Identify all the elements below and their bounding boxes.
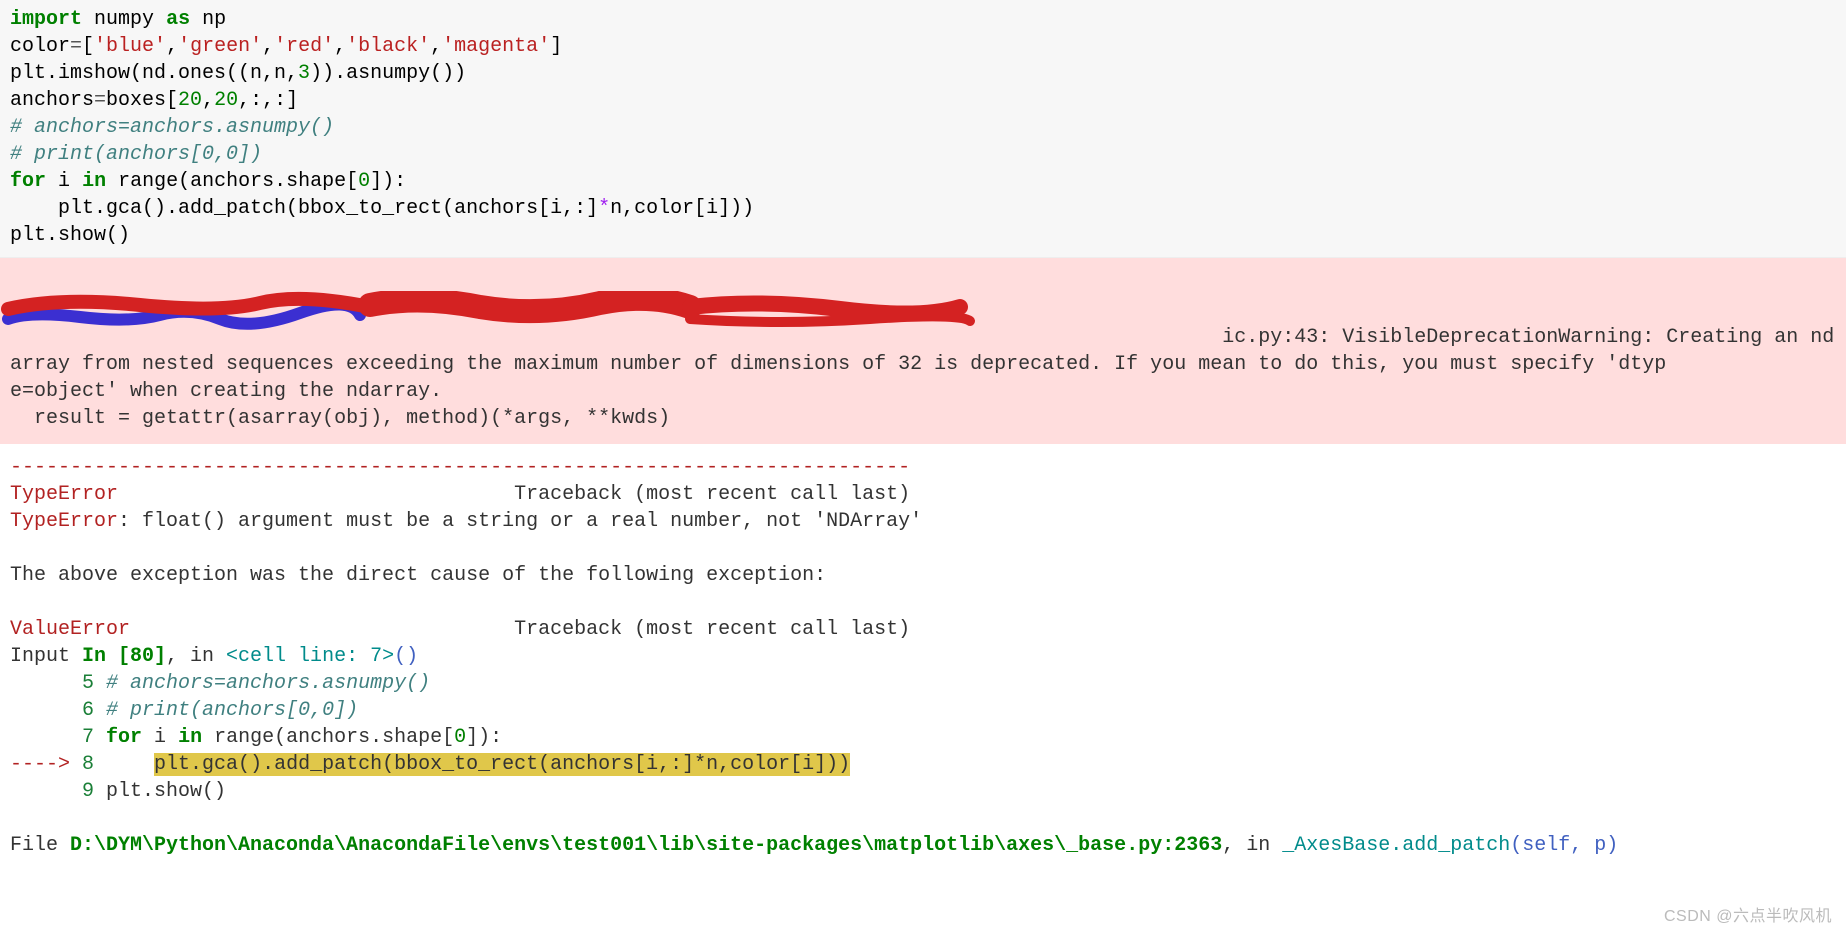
code-line-4: anchors=boxes[20,20,:,:] bbox=[10, 89, 298, 112]
code-line-9: plt.show() bbox=[10, 224, 130, 247]
tb-src-7: 7 for i in range(anchors.shape[0]): bbox=[10, 726, 502, 749]
tb-src-6: 6 # print(anchors[0,0]) bbox=[10, 699, 358, 722]
tb-file-line: File D:\DYM\Python\Anaconda\AnacondaFile… bbox=[10, 834, 1618, 857]
stderr-line-1-suffix: ic.py:43: VisibleDeprecationWarning: Cre… bbox=[1222, 326, 1834, 349]
tb-typeerror-header: TypeError Traceback (most recent call la… bbox=[10, 483, 910, 506]
kw-as: as bbox=[166, 8, 190, 31]
code-line-8: plt.gca().add_patch(bbox_to_rect(anchors… bbox=[10, 197, 754, 220]
code-line-3: plt.imshow(nd.ones((n,n,3)).asnumpy()) bbox=[10, 62, 466, 85]
stderr-line-3: e=object' when creating the ndarray. bbox=[10, 380, 442, 403]
code-cell: import numpy as np color=['blue','green'… bbox=[0, 0, 1846, 258]
tb-input-line: Input In [80], in <cell line: 7>() bbox=[10, 645, 418, 668]
tb-src-9: 9 plt.show() bbox=[10, 780, 226, 803]
code-line-2: color=['blue','green','red','black','mag… bbox=[10, 35, 562, 58]
traceback-cell: ----------------------------------------… bbox=[0, 444, 1846, 859]
stderr-line-4: result = getattr(asarray(obj), method)(*… bbox=[10, 407, 670, 430]
tb-valueerror-header: ValueError Traceback (most recent call l… bbox=[10, 618, 910, 641]
kw-import: import bbox=[10, 8, 82, 31]
tb-typeerror-msg: TypeError: float() argument must be a st… bbox=[10, 510, 922, 533]
tb-src-8: ----> 8 plt.gca().add_patch(bbox_to_rect… bbox=[10, 753, 850, 776]
stderr-cell: xxxxxxxxxxxxxxxxxxxxxxxxxxxxxxxxxxxxxxxx… bbox=[0, 258, 1846, 444]
redaction-scribble bbox=[0, 264, 980, 304]
code-line-1: import numpy as np bbox=[10, 8, 226, 31]
code-line-5: # anchors=anchors.asnumpy() bbox=[10, 116, 334, 139]
code-line-7: for i in range(anchors.shape[0]): bbox=[10, 170, 406, 193]
stderr-line-2: array from nested sequences exceeding th… bbox=[10, 353, 1666, 376]
watermark: CSDN @六点半吹风机 bbox=[1664, 906, 1832, 928]
tb-above-exc: The above exception was the direct cause… bbox=[10, 564, 826, 587]
code-line-6: # print(anchors[0,0]) bbox=[10, 143, 262, 166]
tb-dash-line: ----------------------------------------… bbox=[10, 456, 910, 479]
tb-src-5: 5 # anchors=anchors.asnumpy() bbox=[10, 672, 430, 695]
